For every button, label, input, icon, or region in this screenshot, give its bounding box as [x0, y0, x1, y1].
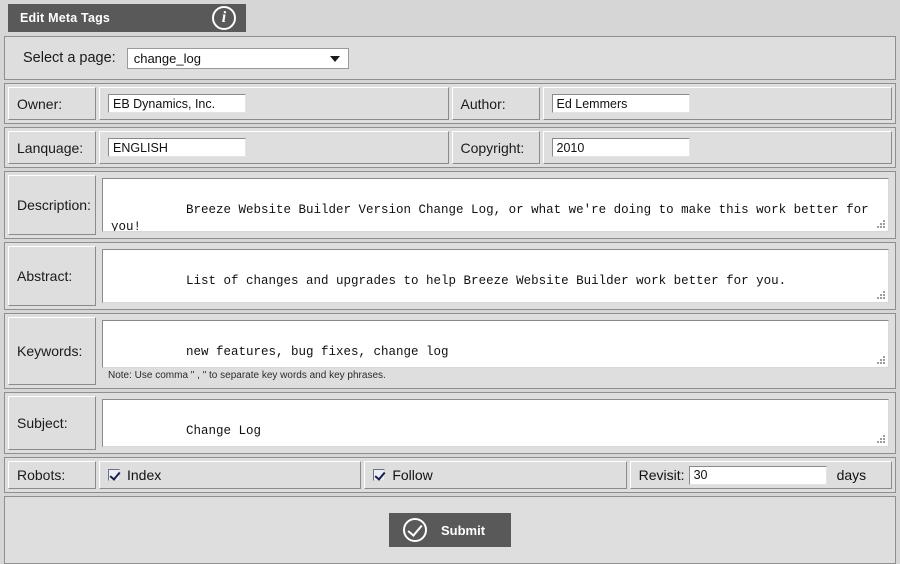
owner-author-row: Owner: EB Dynamics, Inc. Author: Ed Lemm…: [5, 84, 895, 123]
copyright-label: Copyright:: [460, 139, 525, 156]
author-label: Author:: [460, 95, 506, 112]
follow-checkbox[interactable]: [373, 469, 386, 481]
revisit-input[interactable]: 30: [688, 465, 827, 485]
index-label: Index: [127, 467, 162, 483]
description-textarea[interactable]: Breeze Website Builder Version Change Lo…: [102, 178, 889, 232]
keywords-textarea[interactable]: new features, bug fixes, change log: [102, 320, 889, 368]
resize-grip-icon[interactable]: [876, 355, 886, 365]
window-title: Edit Meta Tags: [20, 11, 111, 25]
subject-textarea[interactable]: Change Log: [102, 399, 889, 447]
keywords-row: Keywords: new features, bug fixes, chang…: [5, 314, 895, 388]
meta-tags-form: Select a page: change_log Owner: EB Dyna…: [4, 36, 896, 564]
abstract-field-cell: List of changes and upgrades to help Bre…: [99, 246, 892, 306]
description-panel: Description: Breeze Website Builder Vers…: [4, 171, 896, 239]
description-row: Description: Breeze Website Builder Vers…: [5, 172, 895, 238]
author-field-cell: Ed Lemmers: [542, 87, 892, 120]
window-titlebar: Edit Meta Tags i: [8, 4, 246, 32]
keywords-field-cell: new features, bug fixes, change log Note…: [99, 317, 892, 385]
owner-input[interactable]: EB Dynamics, Inc.: [108, 94, 246, 113]
language-label: Lanquage:: [17, 139, 84, 156]
language-field-cell: ENGLISH: [99, 131, 449, 164]
page-select-value: change_log: [133, 50, 201, 66]
submit-button-label: Submit: [440, 522, 486, 538]
subject-label: Subject:: [17, 415, 68, 431]
description-label-cell: Description:: [8, 175, 96, 235]
robots-row: Robots: Index Follow Revisit: 30 days: [5, 458, 895, 492]
subject-label-cell: Subject:: [8, 396, 96, 450]
keywords-label: Keywords:: [17, 343, 83, 359]
info-circle-icon[interactable]: i: [212, 6, 236, 30]
index-checkbox[interactable]: [108, 469, 120, 481]
author-label-cell: Author:: [451, 87, 540, 120]
language-value: ENGLISH: [113, 140, 168, 155]
follow-label: Follow: [392, 467, 433, 483]
language-input[interactable]: ENGLISH: [108, 138, 246, 157]
revisit-unit-label: days: [836, 467, 867, 483]
page-select-label: Select a page:: [23, 50, 116, 66]
keywords-value: new features, bug fixes, change log: [186, 344, 449, 359]
robots-revisit-cell: Revisit: 30 days: [629, 461, 892, 489]
robots-index-cell[interactable]: Index: [99, 461, 362, 489]
subject-field-cell: Change Log: [99, 396, 892, 450]
abstract-label-cell: Abstract:: [8, 246, 96, 306]
copyright-value: 2010: [556, 140, 585, 155]
description-value: Breeze Website Builder Version Change Lo…: [111, 202, 877, 232]
resize-grip-icon[interactable]: [876, 434, 886, 444]
resize-grip-icon[interactable]: [876, 290, 886, 300]
page-select-row: Select a page: change_log: [5, 37, 895, 79]
language-label-cell: Lanquage:: [8, 131, 96, 164]
copyright-label-cell: Copyright:: [451, 131, 540, 164]
abstract-textarea[interactable]: List of changes and upgrades to help Bre…: [102, 249, 889, 303]
abstract-label: Abstract:: [17, 268, 73, 284]
abstract-panel: Abstract: List of changes and upgrades t…: [4, 242, 896, 310]
keywords-note: Note: Use comma " , " to separate key wo…: [108, 370, 386, 381]
page-select-panel: Select a page: change_log: [4, 36, 896, 80]
copyright-input[interactable]: 2010: [551, 138, 690, 157]
author-input[interactable]: Ed Lemmers: [551, 94, 690, 113]
page-select-dropdown[interactable]: change_log: [126, 47, 349, 69]
keywords-panel: Keywords: new features, bug fixes, chang…: [4, 313, 896, 389]
subject-row: Subject: Change Log: [5, 393, 895, 453]
author-value: Ed Lemmers: [556, 96, 628, 111]
check-circle-icon: [402, 518, 427, 542]
chevron-down-icon: [329, 56, 340, 62]
robots-follow-cell[interactable]: Follow: [364, 461, 627, 489]
description-field-cell: Breeze Website Builder Version Change Lo…: [99, 175, 892, 235]
language-copyright-panel: Lanquage: ENGLISH Copyright: 2010: [4, 127, 896, 168]
submit-button[interactable]: Submit: [388, 513, 512, 547]
subject-value: Change Log: [186, 423, 262, 438]
revisit-label: Revisit:: [638, 467, 685, 483]
resize-grip-icon[interactable]: [876, 219, 886, 229]
robots-panel: Robots: Index Follow Revisit: 30 days: [4, 457, 896, 493]
owner-label: Owner:: [17, 95, 63, 112]
robots-label-cell: Robots:: [8, 461, 96, 489]
revisit-value: 30: [693, 468, 708, 482]
keywords-label-cell: Keywords:: [8, 317, 96, 385]
robots-label: Robots:: [17, 467, 66, 483]
owner-label-cell: Owner:: [8, 87, 96, 120]
submit-panel: Submit: [4, 496, 896, 564]
owner-value: EB Dynamics, Inc.: [113, 96, 216, 111]
owner-author-panel: Owner: EB Dynamics, Inc. Author: Ed Lemm…: [4, 83, 896, 124]
description-label: Description:: [17, 197, 91, 213]
copyright-field-cell: 2010: [542, 131, 892, 164]
abstract-row: Abstract: List of changes and upgrades t…: [5, 243, 895, 309]
owner-field-cell: EB Dynamics, Inc.: [99, 87, 449, 120]
abstract-value: List of changes and upgrades to help Bre…: [186, 273, 787, 288]
language-copyright-row: Lanquage: ENGLISH Copyright: 2010: [5, 128, 895, 167]
subject-panel: Subject: Change Log: [4, 392, 896, 454]
